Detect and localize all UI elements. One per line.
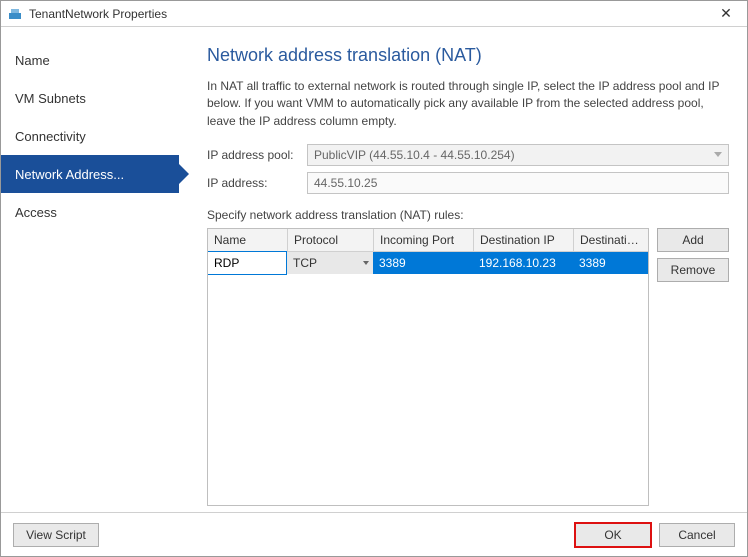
sidebar-item-label: Network Address... — [15, 167, 124, 182]
col-name[interactable]: Name — [208, 229, 288, 251]
ip-address-value: 44.55.10.25 — [314, 176, 377, 190]
col-destination-port[interactable]: Destination P... — [574, 229, 648, 251]
ip-address-input[interactable]: 44.55.10.25 — [307, 172, 729, 194]
add-button[interactable]: Add — [657, 228, 729, 252]
chevron-down-icon — [714, 152, 722, 157]
ip-pool-dropdown[interactable]: PublicVIP (44.55.10.4 - 44.55.10.254) — [307, 144, 729, 166]
close-icon[interactable]: ✕ — [711, 5, 741, 22]
content-pane: Network address translation (NAT) In NAT… — [179, 27, 747, 512]
table-row[interactable]: RDP TCP 3389 192.168.10.23 3389 — [208, 252, 648, 274]
rules-label: Specify network address translation (NAT… — [207, 208, 729, 222]
sidebar-item-label: Access — [15, 205, 57, 220]
view-script-button[interactable]: View Script — [13, 523, 99, 547]
col-incoming-port[interactable]: Incoming Port — [374, 229, 474, 251]
ok-button[interactable]: OK — [575, 523, 651, 547]
ip-pool-value: PublicVIP (44.55.10.4 - 44.55.10.254) — [314, 148, 515, 162]
cell-protocol[interactable]: TCP — [287, 252, 373, 274]
cell-incoming-port: 3389 — [373, 252, 473, 274]
sidebar-item-vm-subnets[interactable]: VM Subnets — [1, 79, 179, 117]
sidebar: Name VM Subnets Connectivity Network Add… — [1, 27, 179, 512]
sidebar-item-label: Connectivity — [15, 129, 86, 144]
remove-button[interactable]: Remove — [657, 258, 729, 282]
app-icon — [7, 6, 23, 22]
window-title: TenantNetwork Properties — [29, 7, 711, 21]
sidebar-item-connectivity[interactable]: Connectivity — [1, 117, 179, 155]
col-destination-ip[interactable]: Destination IP — [474, 229, 574, 251]
titlebar: TenantNetwork Properties ✕ — [1, 1, 747, 27]
ip-address-label: IP address: — [207, 176, 307, 190]
rules-grid[interactable]: Name Protocol Incoming Port Destination … — [207, 228, 649, 506]
ip-pool-label: IP address pool: — [207, 148, 307, 162]
chevron-down-icon — [363, 261, 369, 265]
cancel-button[interactable]: Cancel — [659, 523, 735, 547]
footer: View Script OK Cancel — [1, 512, 747, 556]
sidebar-item-network-address[interactable]: Network Address... — [1, 155, 179, 193]
cell-destination-port: 3389 — [573, 252, 648, 274]
grid-header: Name Protocol Incoming Port Destination … — [208, 229, 648, 252]
cell-destination-ip: 192.168.10.23 — [473, 252, 573, 274]
page-description: In NAT all traffic to external network i… — [207, 78, 729, 130]
sidebar-item-access[interactable]: Access — [1, 193, 179, 231]
sidebar-item-label: Name — [15, 53, 50, 68]
sidebar-item-name[interactable]: Name — [1, 41, 179, 79]
sidebar-item-label: VM Subnets — [15, 91, 86, 106]
col-protocol[interactable]: Protocol — [288, 229, 374, 251]
page-heading: Network address translation (NAT) — [207, 45, 729, 66]
cell-name[interactable]: RDP — [207, 251, 287, 275]
